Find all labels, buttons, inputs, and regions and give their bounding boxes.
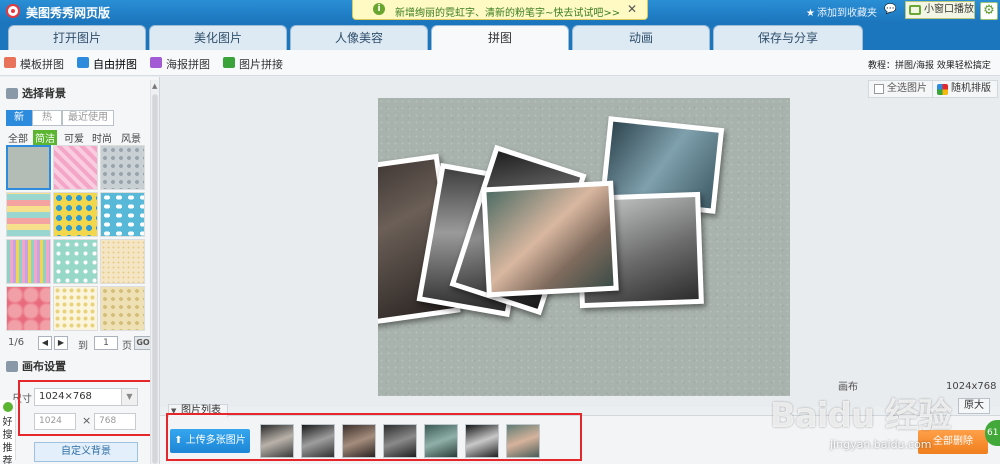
bg-thumb[interactable]: [53, 239, 98, 284]
subtab-label: 自由拼图: [93, 58, 137, 71]
tab-collage[interactable]: 拼图: [431, 25, 569, 50]
bg-tab-hot[interactable]: 热: [32, 110, 62, 126]
random-layout-icon: [937, 84, 948, 95]
canvas-dimensions: 1024x768: [946, 381, 997, 392]
bg-section-header: 选择背景: [6, 85, 146, 105]
canvas-section-header: 画布设置: [6, 358, 146, 378]
title-bar: 美图秀秀网页版 i 新增绚丽的霓虹字、清新的粉笔字~快去试试吧>> ✕ ★ 添加到…: [0, 0, 1000, 22]
image-icon: [6, 88, 18, 99]
star-icon: ★: [806, 8, 815, 19]
bg-tab-new[interactable]: 新: [6, 110, 32, 126]
category-all[interactable]: 全部: [8, 130, 28, 145]
tab-open-image[interactable]: 打开图片: [8, 25, 146, 50]
add-favorite-label: 添加到收藏夹: [816, 8, 877, 19]
subtab-poster-collage[interactable]: 海报拼图: [150, 56, 210, 72]
original-size-button[interactable]: 原大: [958, 398, 990, 414]
tab-beautify[interactable]: 美化图片: [149, 25, 287, 50]
bg-thumb[interactable]: [53, 192, 98, 237]
chat-icon[interactable]: 💬: [884, 4, 896, 15]
prev-page-button[interactable]: ◀: [38, 336, 52, 350]
image-stitch-icon: [223, 57, 235, 68]
scroll-up-icon[interactable]: ▲: [152, 82, 157, 90]
close-icon[interactable]: ✕: [627, 2, 637, 16]
bg-thumb[interactable]: [6, 239, 51, 284]
bg-thumb[interactable]: [53, 286, 98, 331]
custom-background-button[interactable]: 自定义背景: [34, 442, 138, 462]
poster-collage-icon: [150, 57, 162, 68]
scroll-thumb[interactable]: [152, 94, 158, 464]
select-all-label: 全选图片: [887, 83, 927, 94]
bg-tab-recent[interactable]: 最近使用: [62, 110, 114, 126]
page-label: 页: [122, 341, 132, 352]
background-grid: [6, 145, 146, 333]
template-collage-icon: [4, 57, 16, 68]
delete-all-button[interactable]: 全部删除: [918, 430, 988, 454]
random-layout-button[interactable]: 随机排版: [932, 80, 998, 98]
collage-canvas[interactable]: [378, 98, 790, 396]
highlight-box-image-list: [166, 413, 582, 461]
tutorial-link[interactable]: 教程：拼图/海报 效果轻松搞定: [868, 58, 991, 71]
bg-section-title: 选择背景: [22, 87, 66, 100]
category-scenery[interactable]: 风景: [121, 130, 141, 145]
tab-animation[interactable]: 动画: [572, 25, 710, 50]
mini-window-label: 小窗口播放: [924, 4, 974, 15]
gear-icon[interactable]: ⚙: [980, 2, 998, 20]
collage-photo[interactable]: [481, 180, 619, 298]
canvas-settings-icon: [6, 361, 18, 372]
app-title: 美图秀秀网页版: [26, 6, 111, 20]
badge-counter[interactable]: 61: [985, 420, 1000, 446]
tab-save-share[interactable]: 保存与分享: [713, 25, 863, 50]
subtab-template-collage[interactable]: 模板拼图: [4, 56, 64, 72]
tv-icon: [909, 5, 921, 15]
random-layout-label: 随机排版: [951, 83, 991, 94]
bg-thumb[interactable]: [6, 192, 51, 237]
bg-thumb[interactable]: [100, 239, 145, 284]
bg-thumb[interactable]: [6, 145, 51, 190]
notice-banner[interactable]: i 新增绚丽的霓虹字、清新的粉笔字~快去试试吧>> ✕: [352, 0, 648, 20]
add-favorite-link[interactable]: ★ 添加到收藏夹: [806, 4, 877, 19]
bg-thumb[interactable]: [53, 145, 98, 190]
next-page-button[interactable]: ▶: [54, 336, 68, 350]
checkbox-icon: [874, 84, 884, 94]
category-simple[interactable]: 简洁: [33, 130, 57, 145]
category-fashion[interactable]: 时尚: [92, 130, 112, 145]
subtab-image-stitch[interactable]: 图片拼接: [223, 56, 283, 72]
free-collage-icon: [77, 57, 89, 68]
recommend-icon: [3, 402, 13, 412]
subtab-free-collage[interactable]: 自由拼图: [77, 56, 137, 72]
left-panel-scrollbar[interactable]: ▲: [150, 80, 159, 464]
bg-thumb[interactable]: [6, 286, 51, 331]
page-indicator: 1/6: [8, 337, 25, 348]
highlight-box-canvas-settings: [18, 380, 152, 436]
sub-toolbar: 模板拼图 自由拼图 海报拼图 图片拼接 教程：拼图/海报 效果轻松搞定: [0, 50, 1000, 76]
bg-thumb[interactable]: [100, 286, 145, 331]
subtab-label: 模板拼图: [20, 58, 64, 71]
meitu-logo-icon: [6, 4, 20, 18]
recommend-label: 好搜推荐: [2, 417, 13, 464]
bg-pager: 1/6 ◀ ▶ 到 1 页 GO: [8, 336, 152, 352]
canvas-zoom-label: 画布: [838, 382, 858, 393]
subtab-label: 图片拼接: [239, 58, 283, 71]
recommend-sidebar[interactable]: 好搜推荐: [0, 400, 16, 464]
tab-portrait[interactable]: 人像美容: [290, 25, 428, 50]
category-cute[interactable]: 可爱: [64, 130, 84, 145]
canvas-section-title: 画布设置: [22, 360, 66, 373]
info-icon: i: [373, 3, 385, 15]
subtab-label: 海报拼图: [166, 58, 210, 71]
bg-thumb[interactable]: [100, 192, 145, 237]
bg-thumb[interactable]: [100, 145, 145, 190]
mini-window-button[interactable]: 小窗口播放: [905, 1, 975, 19]
main-tabs: 打开图片 美化图片 人像美容 拼图 动画 保存与分享: [0, 22, 1000, 50]
select-all-button[interactable]: 全选图片: [868, 80, 934, 98]
goto-label: 到: [78, 341, 88, 352]
notice-message[interactable]: 新增绚丽的霓虹字、清新的粉笔字~快去试试吧>>: [395, 4, 620, 19]
page-input[interactable]: 1: [94, 336, 118, 350]
